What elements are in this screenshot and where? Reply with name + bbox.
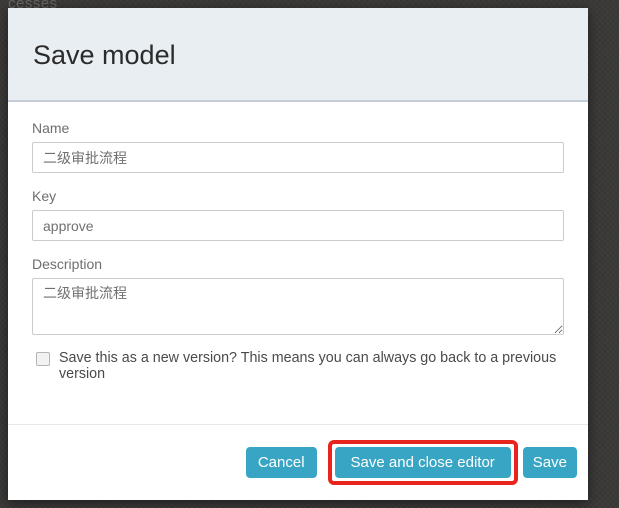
name-input[interactable] [32,142,564,173]
description-field-group: Description 二级审批流程 [32,256,564,335]
red-highlight-annotation: Save and close editor [328,440,518,485]
key-input[interactable] [32,210,564,241]
dialog-body: Name Key Description 二级审批流程 Save this as… [8,102,588,382]
dialog-footer: Cancel Save and close editor Save [8,424,588,500]
key-field-group: Key [32,188,564,241]
save-and-close-button[interactable]: Save and close editor [335,447,511,478]
new-version-checkbox[interactable] [36,352,50,366]
save-model-dialog: Save model Name Key Description 二级审批流程 S… [8,8,588,500]
name-field-group: Name [32,120,564,173]
new-version-checkbox-label: Save this as a new version? This means y… [59,350,564,382]
name-label: Name [32,120,564,136]
cancel-button[interactable]: Cancel [246,447,317,478]
new-version-checkbox-row[interactable]: Save this as a new version? This means y… [36,350,564,382]
save-button[interactable]: Save [523,447,577,478]
description-textarea[interactable]: 二级审批流程 [32,278,564,335]
dialog-header: Save model [8,8,588,102]
modal-backdrop: cesses Save model Name Key Description 二… [0,0,619,508]
description-label: Description [32,256,564,272]
key-label: Key [32,188,564,204]
dialog-title: Save model [33,40,563,71]
